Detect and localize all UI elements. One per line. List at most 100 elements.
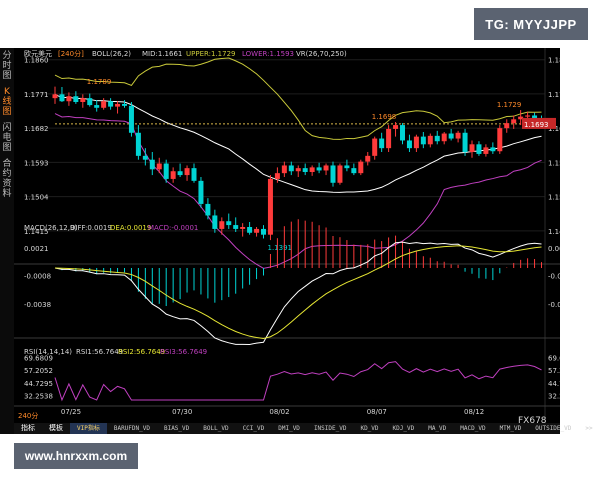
macd-tick-label-left: -0.0038	[24, 301, 51, 309]
candle-body	[184, 168, 190, 176]
candle-body	[462, 132, 468, 152]
candle-body	[476, 144, 482, 154]
side-tab-2[interactable]: 闪电图	[0, 120, 14, 156]
y-tick-label: 1.1860	[548, 57, 560, 65]
x-tick-label: 08/07	[367, 408, 387, 416]
side-tab-char: 图	[2, 143, 12, 153]
chart-header-text: UPPER:1.1729	[186, 50, 236, 58]
rsi-tick-label-left: 44.7295	[24, 380, 53, 388]
candle-body	[66, 96, 72, 102]
rsi-tick-label: 69.6809	[548, 354, 560, 362]
indicator-tab[interactable]: 指标	[14, 423, 42, 434]
candle-body	[198, 180, 204, 204]
y-tick-label-left: 1.1682	[24, 125, 49, 133]
side-tab-0[interactable]: 分时图	[0, 48, 14, 84]
indicator-tab[interactable]: MACD_VD	[453, 423, 492, 434]
candle-body	[226, 221, 232, 226]
y-tick-label-left: 1.1593	[24, 159, 49, 167]
rsi-tick-label: 57.2052	[548, 367, 560, 375]
candle-body	[448, 133, 454, 139]
side-tab-1[interactable]: K线图	[0, 84, 14, 120]
boll-upper-line	[54, 57, 542, 140]
macd-header-text: MACD:-0.0001	[148, 224, 198, 232]
rsi-tick-label-left: 57.2052	[24, 367, 53, 375]
chart-header-text: MID:1.1661	[142, 50, 182, 58]
rsi-header-text: RSI1:56.7649	[76, 348, 123, 356]
price-annotation: 1.1789	[87, 78, 112, 86]
candle-body	[274, 173, 280, 179]
candle-body	[358, 161, 364, 174]
candle-body	[483, 147, 489, 154]
indicator-tab[interactable]: OUTSIDE_VD	[528, 423, 578, 434]
indicator-tab[interactable]: BIAS_VD	[157, 423, 196, 434]
rsi-line	[54, 361, 542, 402]
candle-body	[288, 165, 294, 172]
candle-body	[455, 132, 461, 139]
indicator-tab[interactable]: INSIDE_VD	[307, 423, 354, 434]
watermark-top: TG: MYYJJPP	[474, 8, 588, 40]
indicator-tab-bar: 指标 模板 VIP指标 BARUFDN_VD BIAS_VD BOLL_VD CCI_VD D…	[14, 423, 593, 434]
side-tab-3[interactable]: 合约资料	[0, 156, 14, 202]
candle-body	[309, 167, 315, 172]
y-tick-label: 1.1593	[548, 159, 560, 167]
rsi-header-text: RSI2:56.7649	[118, 348, 165, 356]
side-tab-char: 图	[2, 107, 12, 117]
side-tab-char: 分	[2, 51, 12, 61]
candle-body	[302, 168, 308, 172]
macd-tick-label: -0.0038	[548, 301, 560, 309]
indicator-tab[interactable]: VIP指标	[70, 423, 107, 434]
indicator-tab[interactable]: >>	[578, 423, 599, 434]
candle-body	[59, 94, 65, 102]
indicator-tab[interactable]: 模板	[42, 423, 70, 434]
candle-body	[344, 165, 350, 169]
x-tick-label: 08/02	[269, 408, 289, 416]
macd-tick-label: -0.0008	[548, 273, 560, 281]
candle-body	[149, 159, 155, 170]
rsi-header-text: RSI3:56.7649	[160, 348, 207, 356]
candle-body	[73, 96, 79, 102]
indicator-tab[interactable]: BARUFDN_VD	[107, 423, 157, 434]
candle-body	[434, 135, 440, 142]
candle-body	[170, 171, 176, 179]
indicator-tab[interactable]: CCI_VD	[236, 423, 272, 434]
indicator-tab[interactable]: KDJ_VD	[386, 423, 422, 434]
candle-body	[427, 135, 433, 145]
candle-body	[504, 123, 510, 129]
candle-body	[393, 125, 399, 129]
x-tick-label: 07/25	[61, 408, 81, 416]
side-tab-char: 资	[2, 179, 12, 189]
indicator-tab[interactable]: MA_VD	[421, 423, 453, 434]
period-label: 240分	[18, 411, 38, 420]
boll-mid-line	[54, 93, 542, 193]
candle-body	[406, 140, 412, 149]
chart-header-text: [240分]	[58, 49, 84, 58]
macd-header-text: DIFF:0.0019	[70, 224, 112, 232]
indicator-tab[interactable]: KD_VD	[353, 423, 385, 434]
indicator-tab[interactable]: MTM_VD	[493, 423, 529, 434]
rsi-tick-label: 44.7295	[548, 380, 560, 388]
candle-body	[156, 163, 162, 170]
candle-body	[386, 128, 392, 149]
x-tick-label: 07/30	[172, 408, 192, 416]
candle-body	[532, 115, 538, 119]
side-tab-char: 料	[2, 189, 12, 199]
y-tick-label: 1.1415	[548, 228, 560, 236]
chart-header-text: LOWER:1.1593	[242, 50, 294, 58]
macd-tick-label: 0.0021	[548, 245, 560, 253]
candle-body	[420, 136, 426, 145]
candle-body	[52, 94, 58, 99]
y-tick-label-left: 1.1504	[24, 194, 49, 202]
candle-body	[177, 171, 183, 176]
candle-body	[254, 228, 260, 233]
candle-body	[240, 227, 246, 229]
indicator-tab[interactable]: DMI_VD	[271, 423, 307, 434]
candle-body	[490, 147, 496, 152]
candle-body	[233, 225, 239, 229]
indicator-tab[interactable]: BOLL_VD	[196, 423, 235, 434]
side-tab-char: K	[4, 87, 10, 97]
candle-body	[128, 105, 134, 133]
side-tab-char: 合	[2, 159, 12, 169]
candle-body	[372, 138, 378, 156]
side-tab-char: 电	[2, 133, 12, 143]
candle-body	[212, 215, 218, 229]
